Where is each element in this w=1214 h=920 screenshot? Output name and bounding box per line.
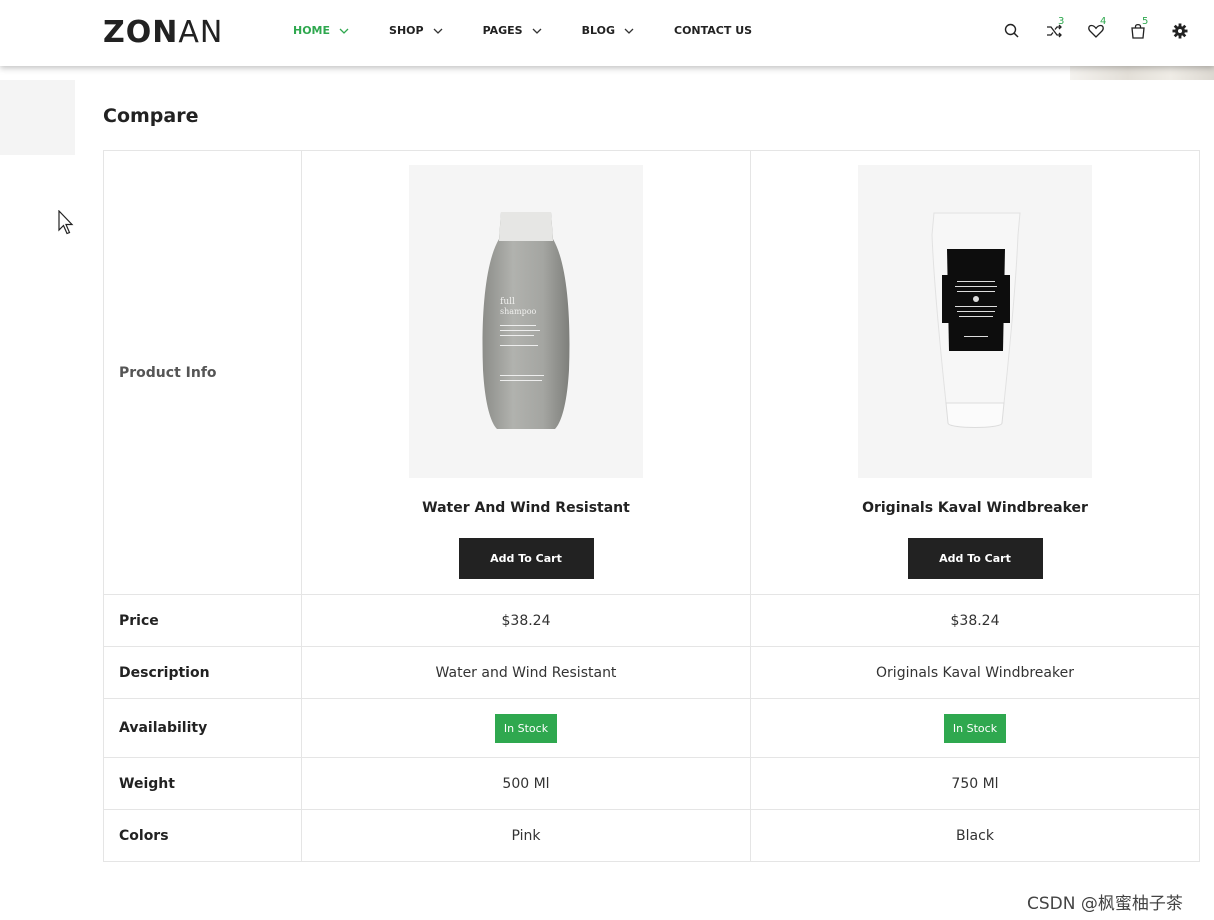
- price-label: Price: [119, 612, 159, 629]
- weight-label: Weight: [119, 775, 175, 792]
- main-nav: HOME SHOP PAGES BLOG CONTACT US: [293, 24, 792, 37]
- nav-shop[interactable]: SHOP: [389, 24, 443, 37]
- mouse-cursor-icon: [58, 209, 76, 236]
- search-icon[interactable]: [1003, 22, 1021, 40]
- nav-blog-label: BLOG: [581, 24, 615, 37]
- description-label: Description: [119, 664, 210, 681]
- description-value: Water and Wind Resistant: [301, 647, 750, 698]
- compare-icon[interactable]: 3: [1045, 16, 1064, 40]
- table-row: Availability In Stock In Stock: [104, 698, 1199, 757]
- nav-contact[interactable]: CONTACT US: [674, 24, 752, 37]
- nav-home-label: HOME: [293, 24, 331, 37]
- price-value: $38.24: [301, 595, 750, 646]
- compare-count-badge: 3: [1058, 16, 1065, 27]
- add-to-cart-button[interactable]: Add To Cart: [907, 538, 1043, 579]
- product-info-label: Product Info: [119, 364, 217, 381]
- in-stock-badge: In Stock: [494, 713, 558, 743]
- cart-count-badge: 5: [1142, 16, 1149, 27]
- product-image[interactable]: [858, 165, 1092, 478]
- color-value: Black: [750, 810, 1199, 861]
- add-to-cart-button[interactable]: Add To Cart: [458, 538, 594, 579]
- nav-blog[interactable]: BLOG: [582, 24, 634, 37]
- table-row: Description Water and Wind Resistant Ori…: [104, 646, 1199, 698]
- chevron-down-icon: [624, 26, 634, 36]
- chevron-down-icon: [339, 26, 349, 36]
- wishlist-count-badge: 4: [1100, 16, 1107, 27]
- description-value: Originals Kaval Windbreaker: [750, 647, 1199, 698]
- table-row: Weight 500 Ml 750 Ml: [104, 757, 1199, 809]
- nav-home[interactable]: HOME: [293, 24, 349, 37]
- nav-pages-label: PAGES: [482, 24, 523, 37]
- nav-shop-label: SHOP: [389, 24, 424, 37]
- heart-icon[interactable]: 4: [1087, 16, 1106, 40]
- color-value: Pink: [301, 810, 750, 861]
- nav-contact-label: CONTACT US: [674, 24, 753, 37]
- product-name[interactable]: Originals Kaval Windbreaker: [862, 500, 1088, 516]
- in-stock-badge: In Stock: [943, 713, 1007, 743]
- side-panel-placeholder: [0, 80, 75, 155]
- table-row: Product Info full shampoo Water And Wind…: [104, 151, 1199, 594]
- site-header: ZONAN HOME SHOP PAGES BLOG CONTACT US 3 …: [0, 0, 1214, 66]
- page-title: Compare: [103, 105, 199, 127]
- table-row: Price $38.24 $38.24: [104, 594, 1199, 646]
- gear-icon[interactable]: [1171, 22, 1189, 40]
- watermark: CSDN @枫蜜柚子茶: [1027, 894, 1183, 914]
- svg-text:full: full: [500, 297, 515, 307]
- product-name[interactable]: Water And Wind Resistant: [422, 500, 630, 516]
- nav-pages[interactable]: PAGES: [483, 24, 542, 37]
- weight-value: 500 Ml: [301, 758, 750, 809]
- product-column-1: full shampoo Water And Wind Resistant Ad…: [301, 151, 750, 594]
- availability-cell: In Stock: [301, 699, 750, 757]
- price-value: $38.24: [750, 595, 1199, 646]
- product-image[interactable]: full shampoo: [409, 165, 643, 478]
- site-logo[interactable]: ZONAN: [103, 15, 223, 50]
- availability-cell: In Stock: [750, 699, 1199, 757]
- compare-table: Product Info full shampoo Water And Wind…: [103, 150, 1200, 862]
- svg-text:shampoo: shampoo: [500, 307, 537, 316]
- bag-icon[interactable]: 5: [1129, 16, 1148, 40]
- weight-value: 750 Ml: [750, 758, 1199, 809]
- chevron-down-icon: [433, 26, 443, 36]
- product-column-2: Originals Kaval Windbreaker Add To Cart: [750, 151, 1199, 594]
- chevron-down-icon: [532, 26, 542, 36]
- colors-label: Colors: [119, 827, 169, 844]
- table-row: Colors Pink Black: [104, 809, 1199, 861]
- availability-label: Availability: [119, 720, 208, 736]
